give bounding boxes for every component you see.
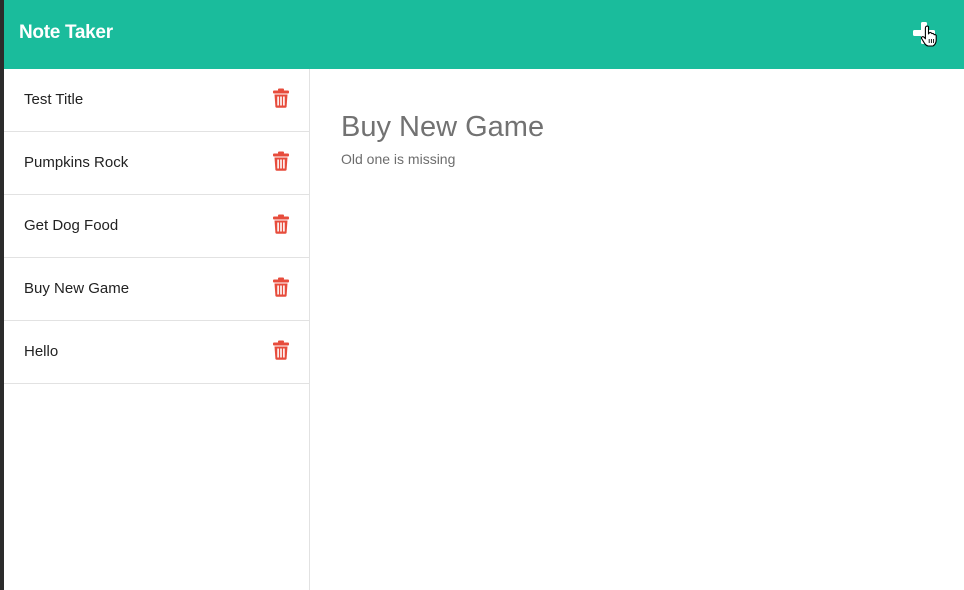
- note-text-field[interactable]: Old one is missing: [341, 151, 455, 167]
- delete-note-button[interactable]: [272, 214, 290, 234]
- new-note-button[interactable]: [909, 18, 939, 48]
- app-window: Note Taker Test Title Pumpkins Rock Get …: [4, 0, 964, 590]
- note-title[interactable]: Buy New Game: [24, 280, 129, 297]
- trash-icon: [273, 277, 289, 297]
- note-title[interactable]: Hello: [24, 343, 58, 360]
- note-title[interactable]: Test Title: [24, 91, 83, 108]
- note-list: Test Title Pumpkins Rock Get Dog Food Bu…: [4, 69, 309, 384]
- list-item[interactable]: Get Dog Food: [4, 195, 309, 258]
- note-title-field[interactable]: Buy New Game: [341, 111, 544, 144]
- list-item[interactable]: Test Title: [4, 69, 309, 132]
- list-item[interactable]: Buy New Game: [4, 258, 309, 321]
- delete-note-button[interactable]: [272, 277, 290, 297]
- note-editor: Buy New Game Old one is missing: [310, 69, 964, 590]
- note-title[interactable]: Get Dog Food: [24, 217, 118, 234]
- delete-note-button[interactable]: [272, 88, 290, 108]
- plus-icon: [913, 22, 935, 44]
- trash-icon: [273, 214, 289, 234]
- notes-sidebar: Test Title Pumpkins Rock Get Dog Food Bu…: [4, 69, 310, 590]
- list-item[interactable]: Pumpkins Rock: [4, 132, 309, 195]
- list-item[interactable]: Hello: [4, 321, 309, 384]
- note-title[interactable]: Pumpkins Rock: [24, 154, 128, 171]
- delete-note-button[interactable]: [272, 151, 290, 171]
- delete-note-button[interactable]: [272, 340, 290, 360]
- trash-icon: [273, 88, 289, 108]
- navbar: Note Taker: [4, 0, 964, 69]
- trash-icon: [273, 340, 289, 360]
- app-brand[interactable]: Note Taker: [19, 22, 113, 44]
- trash-icon: [273, 151, 289, 171]
